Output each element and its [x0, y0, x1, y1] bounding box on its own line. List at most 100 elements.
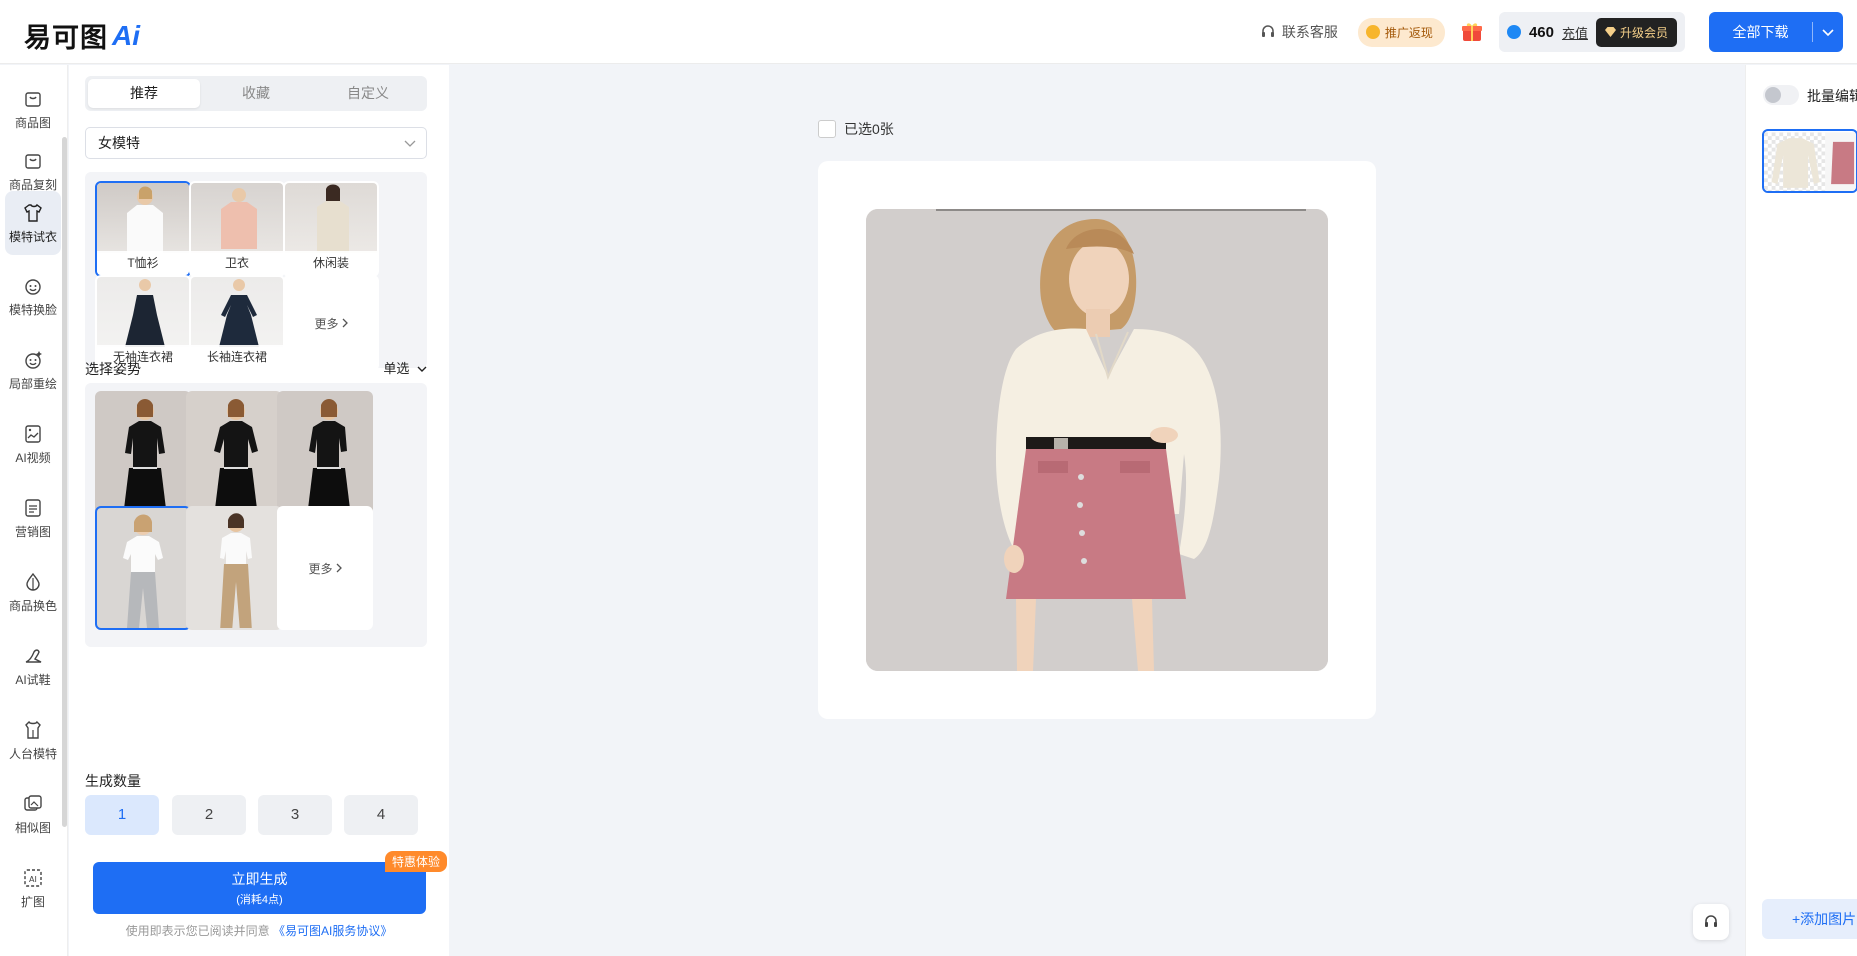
add-image-button[interactable]: +添加图片 — [1762, 899, 1857, 939]
sidebar-scrollbar[interactable] — [62, 137, 67, 827]
top-actions: 联系客服 推广返现 460 充值 升级会员 全部下载 — [1260, 12, 1843, 52]
clothing-item[interactable]: 卫衣 — [189, 181, 285, 277]
pose-section-title: 选择姿势 — [85, 359, 141, 379]
chevron-down-icon — [417, 366, 427, 372]
chevron-right-icon — [342, 318, 348, 328]
sidebar-item-label: AI试鞋 — [15, 672, 51, 687]
points-box: 460 充值 升级会员 — [1498, 12, 1685, 52]
pose-item[interactable] — [95, 506, 191, 630]
clothing-grid: T恤衫 卫衣 休闲装 无袖连衣裙 长袖连衣裙 更多 — [85, 172, 427, 371]
headset-icon — [1261, 25, 1274, 37]
sidebar-item-expand[interactable]: AI 扩图 — [5, 856, 61, 920]
generate-button[interactable]: 立即生成 (消耗4点) — [93, 862, 426, 914]
upgrade-label: 升级会员 — [1619, 25, 1668, 40]
sidebar-item-label: 相似图 — [14, 820, 51, 835]
count-section-title: 生成数量 — [85, 773, 141, 789]
mannequin-icon — [25, 720, 41, 739]
promo-button[interactable]: 推广返现 — [1357, 17, 1445, 47]
select-all-checkbox[interactable] — [818, 120, 836, 138]
chevron-down-icon — [404, 128, 416, 158]
count-option-1[interactable]: 1 — [85, 795, 159, 835]
clothing-label: T恤衫 — [97, 251, 189, 275]
coin-icon — [1365, 25, 1380, 39]
agreement-link[interactable]: 《易可图AI服务协议》 — [273, 924, 392, 938]
thumbnail-strip[interactable] — [1762, 129, 1857, 193]
sidebar-item-product-image[interactable]: 商品图 — [5, 77, 61, 141]
clothing-item[interactable]: 无袖连衣裙 — [95, 275, 191, 371]
color-drop-icon — [26, 572, 40, 591]
model-photo[interactable] — [866, 209, 1328, 671]
recharge-link[interactable]: 充值 — [1562, 23, 1588, 42]
clothing-label: 休闲装 — [285, 251, 377, 275]
chevron-down-icon[interactable] — [1813, 24, 1843, 40]
count-option-3[interactable]: 3 — [258, 795, 332, 835]
pose-item[interactable] — [186, 506, 282, 630]
diamond-icon — [1604, 27, 1616, 37]
sidebar-item-label: 商品换色 — [8, 598, 57, 613]
clothing-item[interactable]: T恤衫 — [95, 181, 191, 277]
video-icon — [25, 424, 41, 443]
sidebar-item-mannequin[interactable]: 人台模特 — [5, 708, 61, 772]
pose-item[interactable] — [186, 391, 282, 515]
clothing-item[interactable]: 长袖连衣裙 — [189, 275, 285, 371]
svg-text:AI: AI — [29, 875, 37, 884]
right-panel: 批量编辑 +添加图片 — [1745, 65, 1857, 956]
count-option-2[interactable]: 2 — [172, 795, 246, 835]
batch-edit-toggle[interactable] — [1763, 85, 1799, 105]
hoodie-photo — [191, 183, 283, 253]
sidebar-item-label: 局部重绘 — [8, 376, 57, 391]
gift-icon[interactable] — [1459, 19, 1485, 45]
more-label: 更多 — [308, 561, 333, 576]
more-label: 更多 — [314, 316, 339, 331]
face-swap-icon — [25, 278, 41, 295]
logo[interactable]: 易可图 Ai — [24, 16, 140, 55]
download-all-button[interactable]: 全部下载 — [1709, 12, 1843, 52]
sidebar-item-color-change[interactable]: 商品换色 — [5, 560, 61, 624]
support-button[interactable] — [1693, 904, 1729, 940]
sidebar-item-ai-shoe[interactable]: AI试鞋 — [5, 634, 61, 698]
points-icon — [1506, 25, 1521, 39]
tshirt-photo — [97, 183, 189, 253]
customer-service-button[interactable]: 联系客服 — [1260, 22, 1338, 42]
tab-favorites[interactable]: 收藏 — [200, 79, 312, 108]
more-clothing-button[interactable]: 更多 — [283, 275, 379, 371]
sidebar-item-label: 营销图 — [14, 524, 51, 539]
panel-tabs: 推荐 收藏 自定义 — [85, 76, 427, 111]
pose-item[interactable] — [277, 391, 373, 515]
pose-grid: 更多 — [85, 383, 427, 647]
sidebar-item-ai-video[interactable]: AI视频 — [5, 412, 61, 476]
more-poses-button[interactable]: 更多 — [277, 506, 373, 630]
chevron-right-icon — [336, 563, 342, 573]
toggle-knob — [1765, 87, 1781, 103]
pose-item[interactable] — [95, 391, 191, 515]
tab-custom[interactable]: 自定义 — [312, 79, 424, 108]
sidebar-item-label: 扩图 — [20, 894, 45, 909]
sleeveless-dress-photo — [97, 277, 189, 347]
shoe-icon — [25, 648, 42, 663]
points-value: 460 — [1528, 23, 1554, 41]
expand-image-icon: AI — [24, 868, 42, 887]
sidebar-item-partial-redraw[interactable]: 局部重绘 — [5, 338, 61, 402]
top-bar: 易可图 Ai 联系客服 推广返现 460 充值 升级会员 全部下载 — [0, 0, 1857, 64]
batch-edit-label: 批量编辑 — [1807, 88, 1857, 104]
pose-mode-dropdown[interactable]: 单选 — [383, 358, 427, 377]
sidebar-item-label: 模特换脸 — [8, 302, 57, 317]
sidebar-item-model-tryon[interactable]: 模特试衣 — [5, 191, 61, 255]
settings-panel: 推荐 收藏 自定义 女模特 T恤衫 卫衣 休闲装 无袖连衣裙 长袖连衣裙 更多 … — [69, 65, 449, 956]
agreement-text: 使用即表示您已阅读并同意 《易可图AI服务协议》 — [69, 922, 449, 939]
generate-cost: (消耗4点) — [236, 894, 283, 906]
upgrade-vip-button[interactable]: 升级会员 — [1595, 17, 1677, 47]
selected-count: 已选0张 — [844, 121, 894, 137]
pose-mode-label: 单选 — [383, 361, 410, 376]
count-option-4[interactable]: 4 — [344, 795, 418, 835]
sidebar-item-face-swap[interactable]: 模特换脸 — [5, 264, 61, 328]
clothing-item[interactable]: 休闲装 — [283, 181, 379, 277]
agreement-prefix: 使用即表示您已阅读并同意 — [125, 924, 270, 938]
longsleeve-dress-photo — [191, 277, 283, 347]
sidebar-item-similar[interactable]: 相似图 — [5, 782, 61, 846]
generate-label: 立即生成 — [231, 871, 288, 887]
model-category-select[interactable]: 女模特 — [85, 127, 427, 159]
sidebar-item-marketing[interactable]: 营销图 — [5, 486, 61, 550]
sidebar-item-label: AI视频 — [15, 450, 51, 465]
tab-recommend[interactable]: 推荐 — [88, 79, 200, 108]
